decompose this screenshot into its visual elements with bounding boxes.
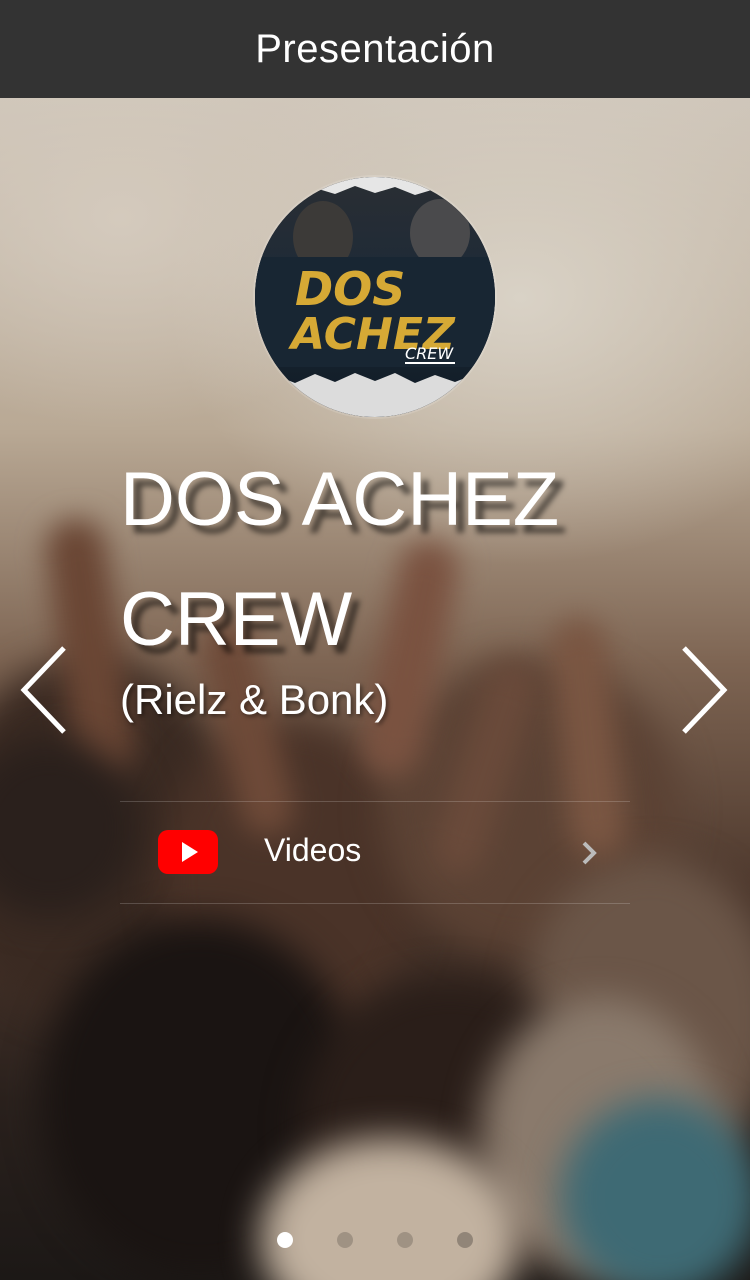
page-indicator [0, 1232, 750, 1248]
presentation-screen: Presentación DOS ACHEZ CREW DOS ACHEZ CR… [0, 0, 750, 1280]
page-dot[interactable] [397, 1232, 413, 1248]
artist-name-line1: DOS ACHEZ [120, 457, 560, 542]
logo-line1: DOS [295, 262, 405, 316]
artist-name: DOS ACHEZ CREW [120, 440, 620, 680]
page-title: Presentación [255, 26, 495, 71]
next-button[interactable] [676, 640, 736, 740]
youtube-icon [158, 830, 218, 874]
top-bar: Presentación [0, 0, 750, 98]
page-dot-active[interactable] [277, 1232, 293, 1248]
chevron-right-icon [682, 646, 728, 734]
logo-line3: CREW [405, 344, 454, 363]
link-row-videos[interactable]: Videos [120, 802, 630, 902]
link-label: Videos [264, 832, 362, 868]
crew-logo-image: DOS ACHEZ CREW [255, 177, 495, 417]
crew-avatar: DOS ACHEZ CREW [255, 177, 495, 417]
page-dot[interactable] [457, 1232, 473, 1248]
divider-bottom [120, 903, 630, 904]
previous-button[interactable] [12, 640, 72, 740]
artist-name-line2: CREW [120, 577, 353, 662]
artist-members: (Rielz & Bonk) [120, 676, 389, 723]
chevron-left-icon [20, 646, 66, 734]
chevron-right-small-icon [582, 841, 597, 865]
page-dot[interactable] [337, 1232, 353, 1248]
